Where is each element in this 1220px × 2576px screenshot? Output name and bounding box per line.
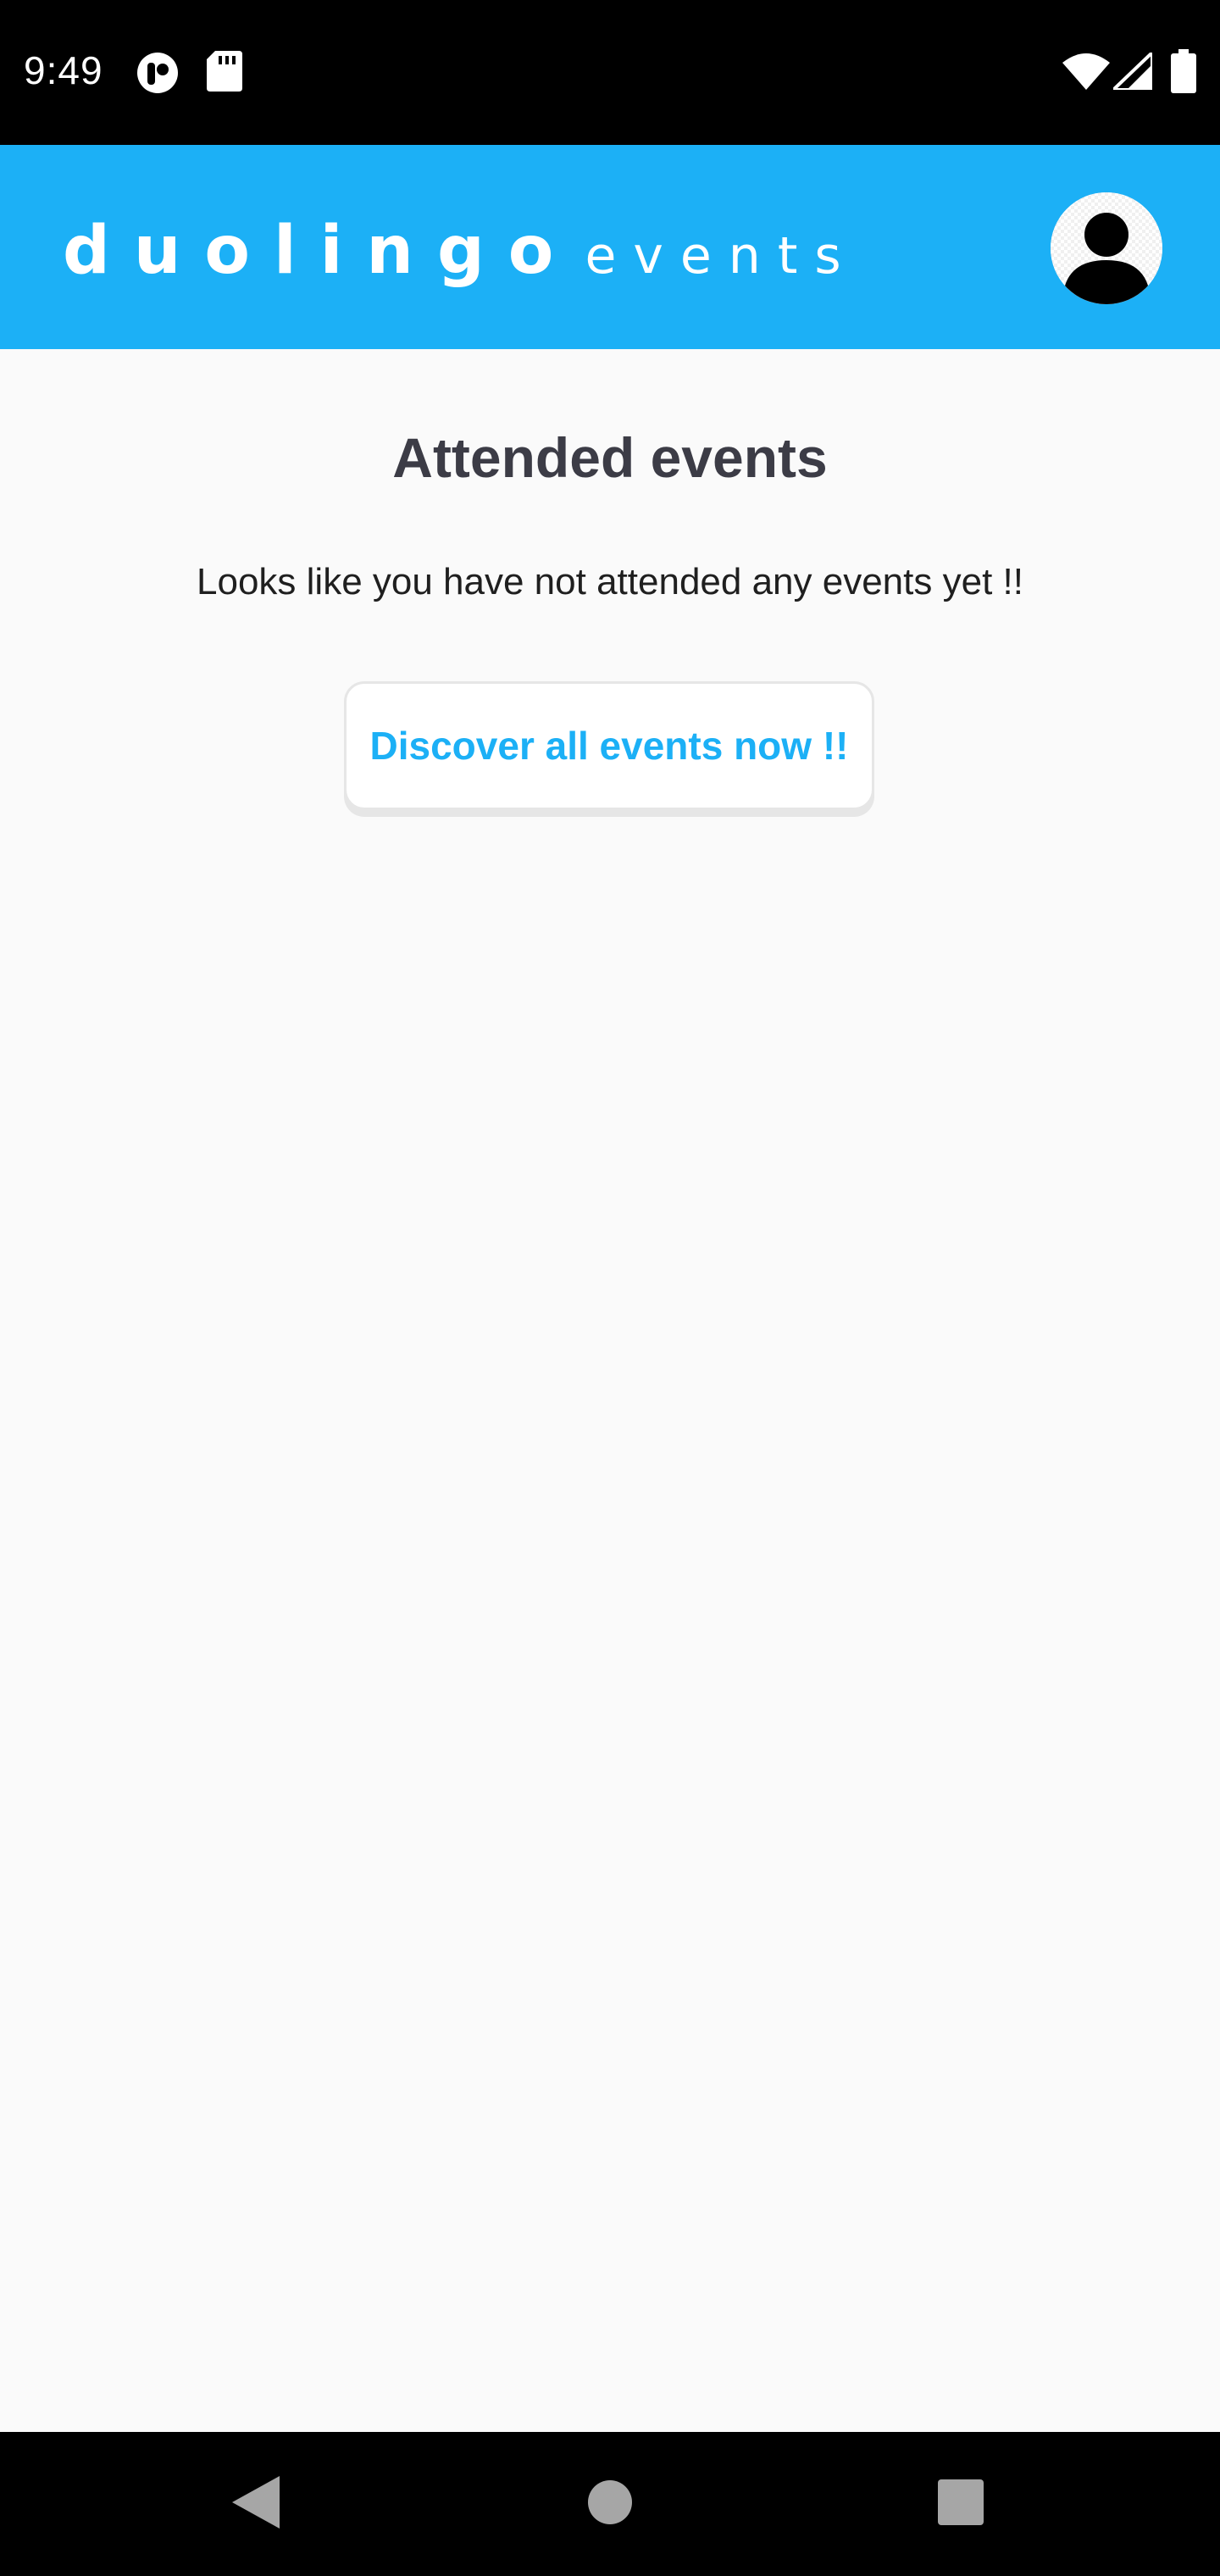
system-navigation-bar	[0, 2432, 1220, 2576]
home-icon	[586, 2479, 634, 2530]
app-bar: duolingo events	[0, 145, 1220, 349]
app-notification-icon	[136, 51, 180, 99]
discover-events-label: Discover all events now !!	[369, 724, 849, 768]
attended-events-page: Attended events Looks like you have not …	[0, 349, 1220, 2432]
home-button[interactable]	[542, 2432, 678, 2576]
sd-card-icon	[207, 51, 242, 96]
recents-button[interactable]	[893, 2432, 1029, 2576]
status-bar: 9:49	[0, 0, 1220, 145]
logo-sub-text: events	[585, 226, 858, 286]
logo-main-text: duolingo	[63, 213, 578, 289]
cell-signal-icon	[1109, 48, 1154, 94]
profile-avatar-button[interactable]	[1051, 192, 1162, 304]
profile-avatar-icon	[1051, 192, 1162, 304]
status-time: 9:49	[24, 48, 103, 92]
back-icon	[232, 2475, 280, 2533]
page-title: Attended events	[392, 426, 828, 489]
app-logo: duolingo events	[63, 213, 858, 289]
recents-icon	[938, 2479, 984, 2529]
empty-state-message: Looks like you have not attended any eve…	[197, 561, 1023, 602]
back-button[interactable]	[188, 2432, 324, 2576]
battery-icon	[1171, 49, 1196, 97]
wifi-icon	[1062, 53, 1110, 94]
discover-events-button[interactable]: Discover all events now !!	[344, 681, 874, 810]
